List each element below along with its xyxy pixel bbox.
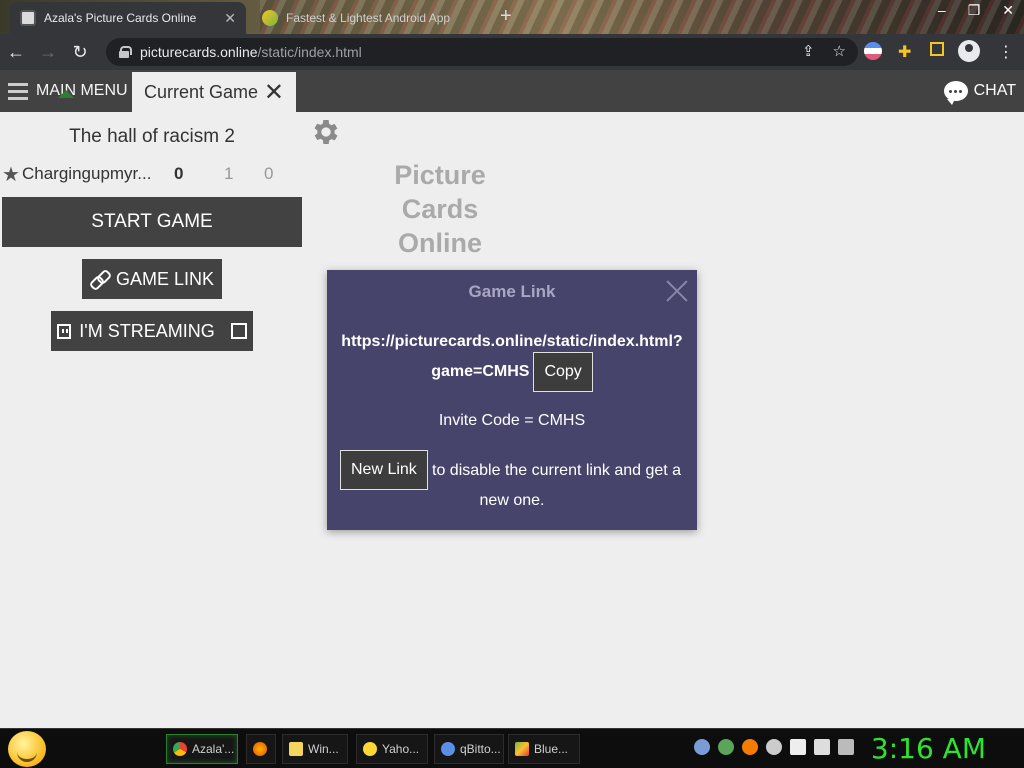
current-game-label: Current Game xyxy=(144,81,259,102)
app-header: MAIN MENU Current Game ✕ CHAT xyxy=(0,70,1024,112)
bluestacks-icon xyxy=(515,742,529,756)
browser-tab-title: Fastest & Lightest Android App xyxy=(286,11,451,25)
lock-icon xyxy=(118,46,132,58)
player-stat-2: 0 xyxy=(264,164,274,183)
browser-tab-android-app[interactable]: Fastest & Lightest Android App xyxy=(252,2,500,34)
back-arrow-icon[interactable]: ← xyxy=(0,42,32,63)
close-window-icon[interactable]: ✕ xyxy=(1002,2,1014,19)
display-tray-icon[interactable] xyxy=(814,739,830,755)
copy-button[interactable]: Copy xyxy=(533,352,593,392)
chat-label: CHAT xyxy=(973,82,1016,99)
system-tray xyxy=(694,739,854,755)
browser-tab-title: Azala's Picture Cards Online xyxy=(44,11,197,25)
dialog-title: Game Link xyxy=(468,282,556,301)
network-tray-icon[interactable] xyxy=(718,739,734,755)
streaming-toggle-button[interactable]: I'M STREAMING xyxy=(51,311,253,351)
window-controls: – ❐ ✕ xyxy=(938,0,1014,20)
search-tray-icon[interactable] xyxy=(742,739,758,755)
taskbar-item-chrome[interactable]: Azala'... xyxy=(166,734,238,764)
qbittorrent-icon xyxy=(441,742,455,756)
game-link-button[interactable]: GAME LINK xyxy=(82,259,222,299)
settings-gear-icon[interactable] xyxy=(310,116,342,148)
status-tray-icon[interactable] xyxy=(766,739,782,755)
main-menu-label: MAIN MENU xyxy=(36,82,128,99)
taskbar-item-yahoo[interactable]: Yaho... xyxy=(356,734,428,764)
player-row: ★ Chargingupmyr... 0 1 0 xyxy=(2,162,302,186)
yahoo-smiley-icon xyxy=(363,742,377,756)
qbittorrent-tray-icon[interactable] xyxy=(694,739,710,755)
flag-extension-icon[interactable] xyxy=(864,42,882,60)
link-chain-icon xyxy=(90,270,108,288)
app-logo-text: Picture Cards Online xyxy=(394,160,486,258)
firefox-icon xyxy=(253,742,267,756)
picturecards-favicon-icon xyxy=(20,10,36,26)
bookmark-star-icon[interactable]: ☆ xyxy=(833,42,846,60)
home-icon xyxy=(58,90,74,98)
folder-icon xyxy=(289,742,303,756)
game-link-url-row: game=CMHS Copy xyxy=(327,352,697,392)
taskbar-item-qbittorrent[interactable]: qBitto... xyxy=(434,734,504,764)
host-star-icon: ★ xyxy=(2,163,20,186)
flag-tray-icon[interactable] xyxy=(790,739,806,755)
browser-menu-icon[interactable]: ⋮ xyxy=(998,42,1014,62)
volume-icon[interactable] xyxy=(838,739,854,755)
minimize-icon[interactable]: – xyxy=(938,2,946,18)
hamburger-menu-icon xyxy=(8,83,28,100)
game-title: The hall of racism 2 xyxy=(69,126,235,147)
taskbar-clock[interactable]: 3:16 AM xyxy=(871,732,986,765)
player-name: Chargingupmyr... xyxy=(22,164,152,183)
app-favicon-icon xyxy=(262,10,278,26)
start-game-button[interactable]: START GAME xyxy=(2,197,302,247)
close-icon[interactable] xyxy=(665,278,689,302)
new-link-description-cont: new one. xyxy=(479,492,545,509)
close-tab-icon[interactable]: ✕ xyxy=(224,10,236,27)
game-link-dialog: Game Link https://picturecards.online/st… xyxy=(327,270,697,530)
player-score: 0 xyxy=(174,164,184,183)
share-icon[interactable]: ⇪ xyxy=(802,42,815,60)
streaming-label: I'M STREAMING xyxy=(79,320,215,341)
game-link-label: GAME LINK xyxy=(115,268,215,289)
url-text: picturecards.online/static/index.html xyxy=(140,44,362,60)
game-link-url: https://picturecards.online/static/index… xyxy=(341,333,683,350)
taskbar-item-bluestacks[interactable]: Blue... xyxy=(508,734,580,764)
tab-current-game[interactable]: Current Game ✕ xyxy=(132,72,296,112)
twitch-icon xyxy=(57,323,72,339)
forward-arrow-icon[interactable]: → xyxy=(32,42,64,63)
taskbar-item-firefox[interactable] xyxy=(246,734,276,764)
streaming-checkbox[interactable] xyxy=(230,323,247,339)
new-link-description: to disable the current link and get a xyxy=(432,462,682,479)
address-bar[interactable]: picturecards.online/static/index.html ⇪ … xyxy=(106,38,858,66)
chat-button[interactable]: CHAT xyxy=(943,70,1016,112)
os-taskbar: Azala'... Win... Yaho... qBitto... Blue.… xyxy=(0,728,1024,768)
maximize-icon[interactable]: ❐ xyxy=(968,2,981,19)
extensions-puzzle-icon[interactable]: ✚ xyxy=(898,42,911,62)
reload-icon[interactable]: ↻ xyxy=(64,42,96,63)
start-button-smiley-icon[interactable] xyxy=(8,731,46,767)
game-link-code: game=CMHS xyxy=(431,363,530,380)
main-menu-button[interactable]: MAIN MENU xyxy=(0,70,132,112)
close-icon[interactable]: ✕ xyxy=(264,78,284,107)
chrome-icon xyxy=(173,742,187,756)
invite-code-text: Invite Code = CMHS xyxy=(438,412,586,429)
browser-tab-strip: Azala's Picture Cards Online ✕ Fastest &… xyxy=(0,0,1024,34)
player-stat-1: 1 xyxy=(224,164,234,183)
new-link-button[interactable]: New Link xyxy=(340,450,428,490)
new-tab-icon[interactable]: + xyxy=(500,5,512,28)
taskbar-item-explorer[interactable]: Win... xyxy=(282,734,348,764)
profile-avatar-icon[interactable] xyxy=(958,40,980,62)
browser-tab-picturecards[interactable]: Azala's Picture Cards Online ✕ xyxy=(10,2,246,34)
chat-bubble-icon xyxy=(943,81,968,105)
side-panel-icon[interactable] xyxy=(930,42,944,56)
